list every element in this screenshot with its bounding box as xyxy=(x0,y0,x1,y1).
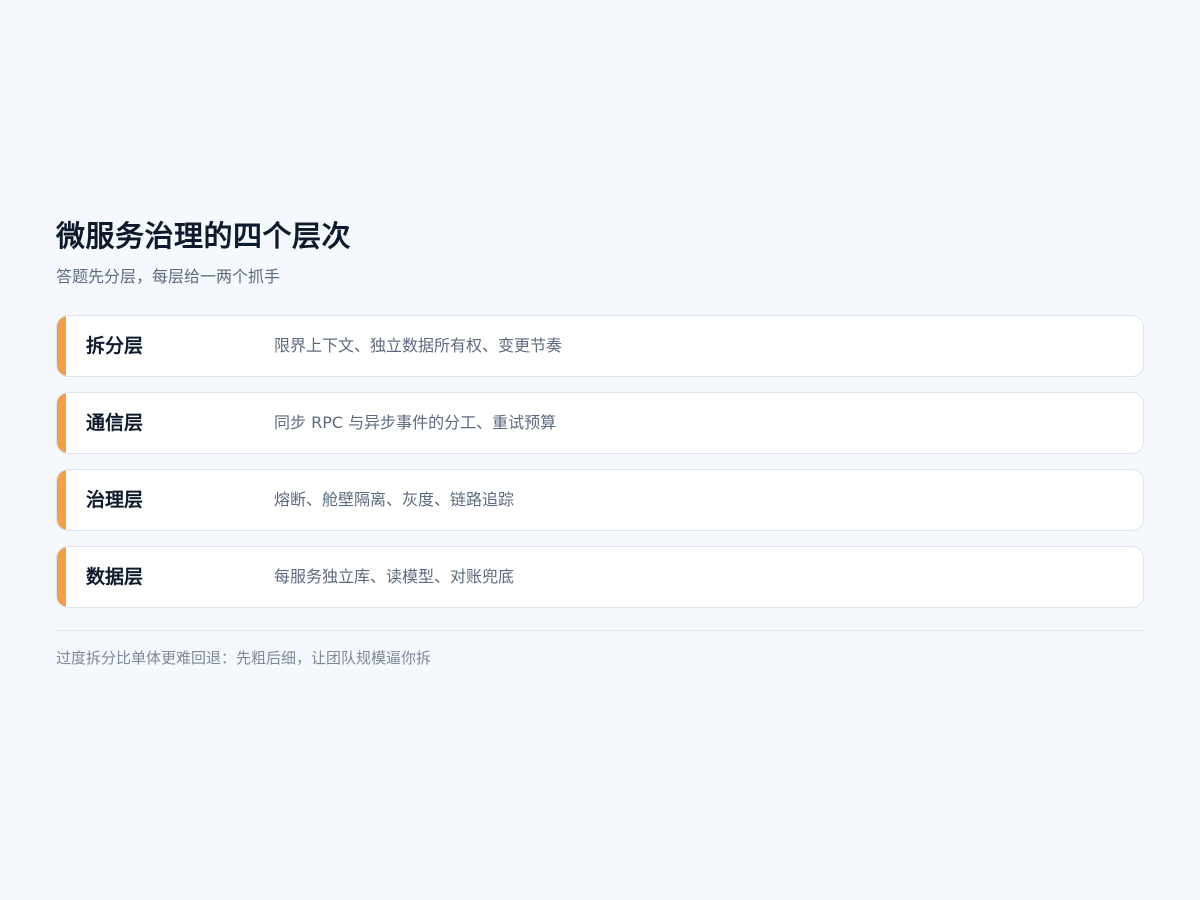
page-title: 微服务治理的四个层次 xyxy=(56,219,352,253)
layer-accent-bar xyxy=(57,393,66,453)
layer-list: 拆分层 限界上下文、独立数据所有权、变更节奏 通信层 同步 RPC 与异步事件的… xyxy=(56,315,1144,608)
layer-name: 治理层 xyxy=(86,489,144,511)
page-subtitle: 答题先分层，每层给一两个抓手 xyxy=(56,267,281,286)
footnote: 过度拆分比单体更难回退：先粗后细，让团队规模逼你拆 xyxy=(56,649,432,667)
layer-description: 同步 RPC 与异步事件的分工、重试预算 xyxy=(274,413,557,432)
layer-card-governance: 治理层 熔断、舱壁隔离、灰度、链路追踪 xyxy=(56,469,1144,531)
layer-name: 数据层 xyxy=(86,566,144,588)
main-content: 微服务治理的四个层次 答题先分层，每层给一两个抓手 拆分层 限界上下文、独立数据… xyxy=(56,216,1144,669)
layer-name: 通信层 xyxy=(86,412,144,434)
layer-accent-bar xyxy=(57,316,66,376)
layer-accent-bar xyxy=(57,470,66,530)
divider xyxy=(56,630,1144,631)
layer-description: 限界上下文、独立数据所有权、变更节奏 xyxy=(274,336,563,355)
layer-description: 每服务独立库、读模型、对账兜底 xyxy=(274,567,515,586)
layer-card-communication: 通信层 同步 RPC 与异步事件的分工、重试预算 xyxy=(56,392,1144,454)
layer-accent-bar xyxy=(57,547,66,607)
layer-card-split: 拆分层 限界上下文、独立数据所有权、变更节奏 xyxy=(56,315,1144,377)
layer-description: 熔断、舱壁隔离、灰度、链路追踪 xyxy=(274,490,515,509)
layer-name: 拆分层 xyxy=(86,335,144,357)
layer-card-data: 数据层 每服务独立库、读模型、对账兜底 xyxy=(56,546,1144,608)
